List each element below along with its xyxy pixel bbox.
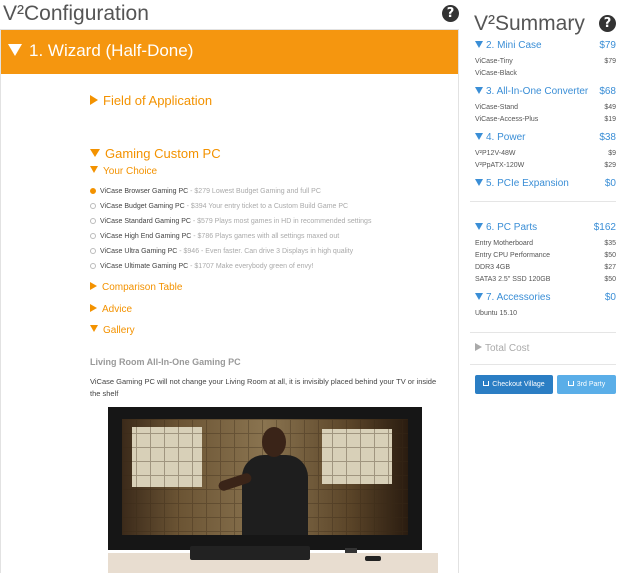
option-budget-gaming-pc[interactable]: ViCase Budget Gaming PC - $394 Your entr…: [90, 202, 348, 212]
gallery-tv-image: [108, 407, 422, 550]
summary-item-price: $19: [604, 116, 616, 123]
expand-right-icon: [90, 304, 97, 312]
martial-artist-figure: [217, 427, 308, 535]
section-gaming-custom-pc[interactable]: Gaming Custom PC: [90, 146, 221, 161]
summary-item-price: $49: [604, 104, 616, 111]
cart-icon: [483, 381, 490, 386]
cart-icon: [567, 381, 574, 386]
gallery-title: Living Room All-In-One Gaming PC: [90, 357, 241, 367]
option-browser-gaming-pc[interactable]: ViCase Browser Gaming PC - $279 Lowest B…: [90, 187, 321, 197]
summary-accessories-price: $0: [604, 292, 616, 303]
summary-item-price: $27: [604, 264, 616, 271]
summary-item: SATA3 2.5" SSD 120GB: [475, 276, 551, 283]
summary-mini-case[interactable]: 2. Mini Case: [475, 40, 542, 51]
summary-title: V²Summary: [474, 12, 585, 35]
summary-item: DDR3 4GB: [475, 264, 511, 271]
summary-item: ViCase-Access-Plus: [475, 116, 539, 123]
summary-pcie-price: $0: [604, 178, 616, 189]
summary-pc-parts[interactable]: 6. PC Parts: [475, 222, 537, 233]
expand-right-icon: [90, 282, 97, 290]
expand-right-icon: [90, 95, 98, 105]
collapse-down-icon: [475, 133, 483, 140]
collapse-down-icon: [475, 87, 483, 94]
option-ultimate-gaming-pc[interactable]: ViCase Ultimate Gaming PC - $1707 Make e…: [90, 262, 313, 272]
collapse-down-icon: [475, 293, 483, 300]
collapse-down-icon: [475, 223, 483, 230]
radio-icon[interactable]: [90, 218, 96, 224]
checkout-village-button[interactable]: Checkout Village: [475, 375, 553, 394]
subsection-gallery[interactable]: Gallery: [90, 325, 135, 336]
summary-item-price: $29: [604, 162, 616, 169]
divider: [470, 201, 616, 202]
summary-pc-parts-price: $162: [593, 222, 616, 233]
collapse-down-icon: [475, 179, 483, 186]
summary-item: ViCase-Stand: [475, 104, 519, 111]
radio-icon[interactable]: [90, 248, 96, 254]
divider: [470, 364, 616, 365]
option-high-end-gaming-pc[interactable]: ViCase High End Gaming PC - $786 Plays g…: [90, 232, 339, 242]
summary-item: Entry CPU Performance: [475, 252, 551, 259]
gallery-text: ViCase Gaming PC will not change your Li…: [90, 377, 437, 398]
option-standard-gaming-pc[interactable]: ViCase Standard Gaming PC - $579 Plays m…: [90, 217, 371, 227]
summary-item-price: $9: [608, 150, 616, 157]
summary-item: V²P12V-48W: [475, 150, 516, 157]
radio-icon[interactable]: [90, 263, 96, 269]
summary-item-price: $35: [604, 240, 616, 247]
summary-item: ViCase-Tiny: [475, 58, 513, 65]
summary-item-price: $50: [604, 252, 616, 259]
summary-mini-case-price: $79: [599, 40, 616, 51]
section-field-of-application[interactable]: Field of Application: [90, 93, 212, 108]
tv-stand: [190, 546, 310, 560]
collapse-down-icon: [90, 166, 98, 173]
summary-accessories[interactable]: 7. Accessories: [475, 292, 550, 303]
subsection-comparison-table[interactable]: Comparison Table: [90, 282, 182, 293]
summary-item: Entry Motherboard: [475, 240, 533, 247]
summary-converter[interactable]: 3. All-In-One Converter: [475, 86, 588, 97]
summary-power[interactable]: 4. Power: [475, 132, 525, 143]
expand-right-icon: [475, 343, 482, 351]
remote-control: [365, 556, 381, 561]
collapse-down-icon: [475, 41, 483, 48]
divider: [470, 332, 616, 333]
summary-item: V²PpATX-120W: [475, 162, 525, 169]
summary-item-price: $79: [604, 58, 616, 65]
summary-item: Ubuntu 15.10: [475, 310, 518, 317]
collapse-down-icon: [90, 325, 98, 332]
radio-selected-icon[interactable]: [90, 188, 96, 194]
radio-icon[interactable]: [90, 233, 96, 239]
wizard-label: 1. Wizard (Half-Done): [29, 41, 194, 60]
wizard-header[interactable]: 1. Wizard (Half-Done): [1, 30, 458, 74]
summary-item: ViCase-Black: [475, 70, 517, 77]
mini-pc-box: [345, 548, 357, 553]
collapse-down-icon: [8, 44, 22, 56]
summary-item-price: $50: [604, 276, 616, 283]
collapse-down-icon: [90, 149, 100, 157]
summary-total-cost[interactable]: Total Cost: [475, 343, 529, 354]
config-title: V²Configuration: [3, 2, 149, 25]
subsection-advice[interactable]: Advice: [90, 304, 132, 315]
help-icon[interactable]: ?: [442, 5, 459, 22]
option-ultra-gaming-pc[interactable]: ViCase Ultra Gaming PC - $946 - Even fas…: [90, 247, 353, 257]
tv-screen: [122, 419, 408, 535]
radio-icon[interactable]: [90, 203, 96, 209]
summary-converter-price: $68: [599, 86, 616, 97]
summary-pcie[interactable]: 5. PCIe Expansion: [475, 178, 569, 189]
third-party-button[interactable]: 3rd Party: [557, 375, 616, 394]
help-icon[interactable]: ?: [599, 15, 616, 32]
subsection-your-choice[interactable]: Your Choice: [90, 166, 157, 177]
summary-power-price: $38: [599, 132, 616, 143]
